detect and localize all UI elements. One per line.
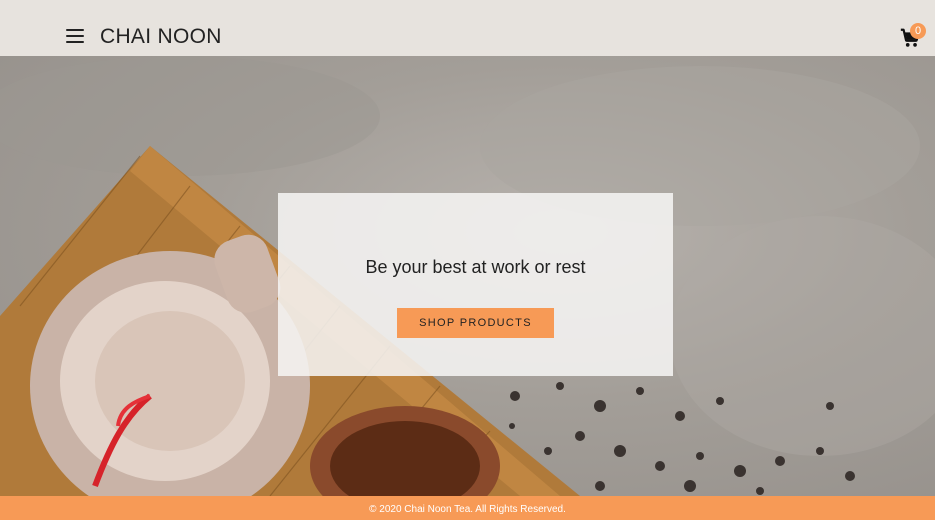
copyright-text: © 2020 Chai Noon Tea. All Rights Reserve… <box>369 504 566 515</box>
site-logo[interactable]: CHAI NOON <box>100 24 222 50</box>
site-header: CHAI NOON 0 <box>0 0 935 56</box>
hero-banner: Be your best at work or rest SHOP PRODUC… <box>0 56 935 496</box>
hero-tagline: Be your best at work or rest <box>365 257 586 277</box>
shop-products-button[interactable]: SHOP PRODUCTS <box>397 308 554 338</box>
hamburger-menu-icon[interactable] <box>66 29 84 43</box>
hero-card: Be your best at work or rest SHOP PRODUC… <box>278 193 673 376</box>
cart-count-badge: 0 <box>910 23 926 39</box>
site-footer: © 2020 Chai Noon Tea. All Rights Reserve… <box>0 496 935 520</box>
